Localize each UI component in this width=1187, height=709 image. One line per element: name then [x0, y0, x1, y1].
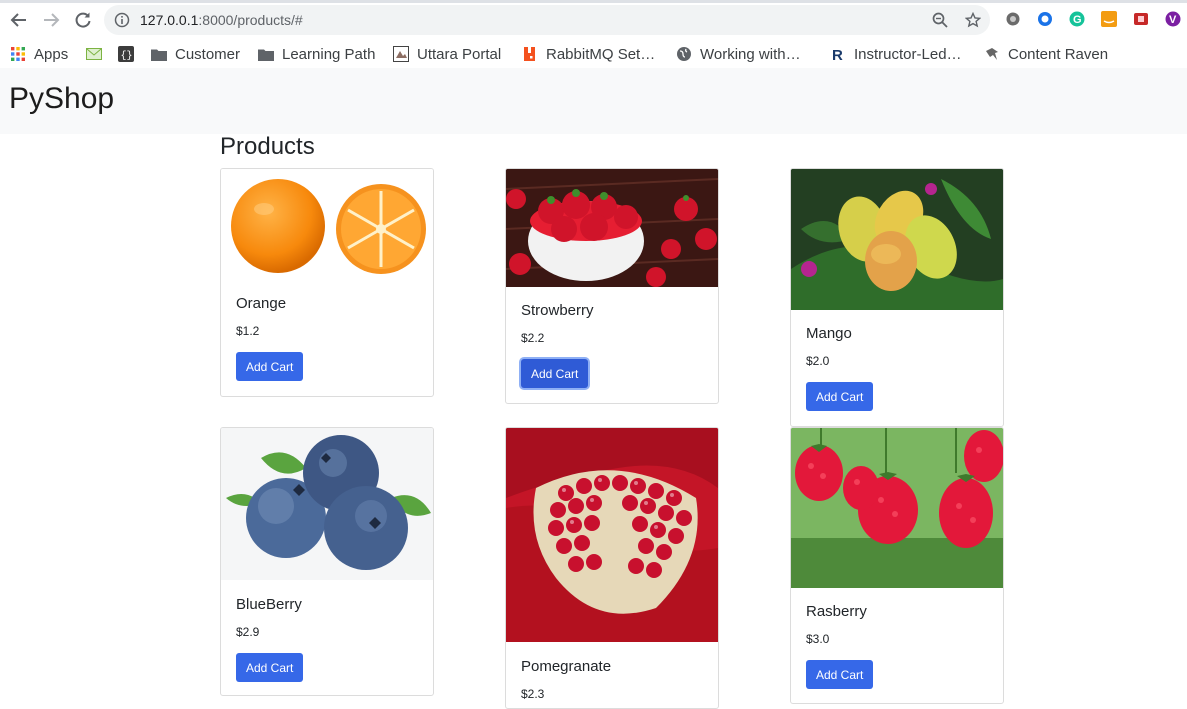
tab-strip-edge [0, 0, 1187, 3]
product-card-blueberry: BlueBerry $2.9 Add Cart [220, 427, 434, 696]
add-cart-button[interactable]: Add Cart [236, 352, 304, 381]
product-price: $3.0 [806, 632, 830, 646]
product-price: $1.2 [236, 324, 260, 338]
page-title: Products [220, 133, 315, 160]
rabbitmq-icon [522, 46, 538, 62]
reload-icon [75, 12, 91, 28]
site-brand[interactable]: PyShop [9, 82, 114, 116]
product-name: BlueBerry [236, 596, 302, 613]
url-path: :8000/products/# [198, 12, 303, 28]
raven-icon [984, 46, 1000, 62]
site-navbar: PyShop [0, 68, 1187, 134]
r-logo-icon: R [830, 46, 846, 62]
apps-grid-icon [10, 46, 26, 62]
product-image-raspberry [791, 428, 1003, 588]
mail-icon [86, 46, 102, 62]
portal-icon [393, 46, 409, 62]
bookmark-label: Apps [34, 45, 69, 63]
svg-text:R: R [832, 47, 843, 62]
extension-ring-icon[interactable] [1037, 11, 1053, 27]
product-image-pomegranate [506, 428, 718, 642]
svg-text:V: V [1169, 14, 1177, 26]
bookmark-rabbitmq[interactable]: RabbitMQ Set… [522, 44, 655, 64]
product-name: Orange [236, 295, 287, 312]
arrow-right-icon [44, 13, 60, 27]
browser-toolbar: 127.0.0.1:8000/products/# G V [0, 0, 1187, 40]
product-card-pomegranate: Pomegranate $2.3 [505, 427, 719, 709]
url-host: 127.0.0.1 [140, 12, 199, 28]
info-icon[interactable] [114, 12, 130, 28]
red-extension-icon[interactable] [1133, 11, 1149, 27]
add-cart-button[interactable]: Add Cart [806, 382, 874, 411]
json-braces-icon: {} [118, 46, 134, 62]
bookmark-customer[interactable]: Customer [151, 44, 240, 64]
bookmark-label: Content Raven [1008, 45, 1109, 63]
product-price: $2.2 [521, 331, 545, 345]
grammarly-icon[interactable]: G [1069, 11, 1085, 27]
add-cart-button[interactable]: Add Cart [521, 359, 589, 388]
aws-extension-icon[interactable] [1101, 11, 1117, 27]
bookmark-uttara-portal[interactable]: Uttara Portal [393, 44, 501, 64]
product-card-mango: Mango $2.0 Add Cart [790, 168, 1004, 427]
bookmark-instructor-led[interactable]: R Instructor-Led… [830, 44, 962, 64]
bookmark-label: Instructor-Led… [854, 45, 962, 63]
product-card-strawberry: Strowberry $2.2 Add Cart [505, 168, 719, 404]
product-image-blueberry [221, 428, 433, 580]
bookmark-label: RabbitMQ Set… [546, 45, 656, 63]
zoom-icon[interactable] [932, 12, 948, 28]
back-button[interactable] [8, 9, 30, 31]
forward-button[interactable] [40, 9, 62, 31]
bookmark-working-with[interactable]: Working with… [676, 44, 801, 64]
product-name: Mango [806, 325, 852, 342]
product-image-orange [221, 169, 433, 284]
url-text[interactable]: 127.0.0.1:8000/products/# [140, 12, 303, 28]
arrow-left-icon [10, 13, 26, 27]
folder-icon [258, 46, 274, 62]
bookmark-json[interactable]: {} [118, 44, 142, 64]
bookmark-apps[interactable]: Apps [10, 44, 68, 64]
product-price: $2.9 [236, 625, 260, 639]
product-card-raspberry: Rasberry $3.0 Add Cart [790, 427, 1004, 704]
add-cart-button[interactable]: Add Cart [236, 653, 304, 682]
bookmark-label: Customer [175, 45, 241, 63]
folder-icon [151, 46, 167, 62]
bookmark-label: Uttara Portal [417, 45, 502, 63]
product-price: $2.0 [806, 354, 830, 368]
reload-button[interactable] [72, 9, 94, 31]
svg-text:G: G [1073, 14, 1082, 26]
bookmark-content-raven[interactable]: Content Raven [984, 44, 1108, 64]
product-image-mango [791, 169, 1003, 310]
product-price: $2.3 [521, 687, 545, 701]
bookmark-label: Learning Path [282, 45, 376, 63]
product-image-strawberry [506, 169, 718, 287]
bookmarks-bar: Apps {} Customer Learning Path Uttara Po… [0, 40, 1187, 68]
purple-v-extension-icon[interactable]: V [1165, 11, 1181, 27]
svg-text:{}: {} [121, 50, 133, 62]
address-bar[interactable]: 127.0.0.1:8000/products/# [104, 5, 990, 35]
bookmark-learning-path[interactable]: Learning Path [258, 44, 375, 64]
globe-icon [676, 46, 692, 62]
product-name: Rasberry [806, 603, 867, 620]
product-card-orange: Orange $1.2 Add Cart [220, 168, 434, 397]
product-name: Pomegranate [521, 658, 612, 675]
add-cart-button[interactable]: Add Cart [806, 660, 874, 689]
extension-grey-icon[interactable] [1005, 11, 1021, 27]
product-name: Strowberry [521, 302, 594, 319]
bookmark-star-icon[interactable] [965, 12, 981, 28]
bookmark-mail[interactable] [86, 44, 110, 64]
bookmark-label: Working with… [700, 45, 801, 63]
